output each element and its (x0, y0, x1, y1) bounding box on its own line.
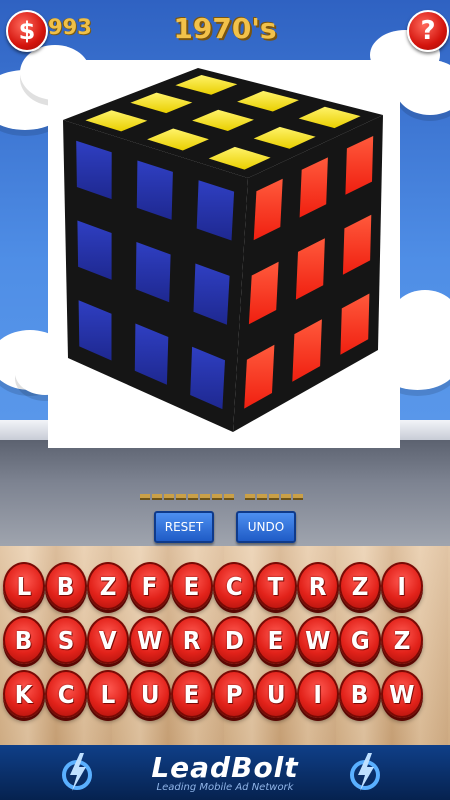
letter-tile-label: W (137, 625, 163, 655)
letter-tile-label: W (389, 679, 415, 709)
letter-tile[interactable]: S (45, 616, 87, 664)
letter-tile-label: C (57, 679, 75, 709)
leadbolt-bolt-icon (62, 753, 92, 791)
answer-slot[interactable] (257, 494, 267, 500)
letter-tile[interactable]: I (381, 562, 423, 610)
letter-tile[interactable]: B (3, 616, 45, 664)
puzzle-picture (48, 60, 400, 448)
level-title: 1970's (173, 12, 277, 45)
letter-tile-label: Z (99, 571, 117, 601)
letter-tile-label: B (15, 625, 33, 655)
letter-tile-label: E (184, 679, 200, 709)
letter-tile[interactable]: L (87, 670, 129, 718)
letter-tile[interactable]: E (171, 562, 213, 610)
letter-tile[interactable]: C (45, 670, 87, 718)
letter-tile-label: Z (351, 571, 369, 601)
letter-tile-label: P (225, 679, 243, 709)
letter-tile-label: U (266, 679, 286, 709)
help-button[interactable]: ? (407, 10, 449, 52)
letter-tile[interactable]: W (381, 670, 423, 718)
letter-tile-label: V (99, 625, 117, 655)
answer-slot[interactable] (200, 494, 210, 500)
rubiks-cube-image (63, 68, 383, 432)
letter-tile-label: F (142, 571, 158, 601)
answer-slot[interactable] (164, 494, 174, 500)
letter-tile-label: Z (393, 625, 411, 655)
answer-slot[interactable] (212, 494, 222, 500)
letter-tile-label: E (268, 625, 284, 655)
answer-slot[interactable] (176, 494, 186, 500)
undo-button[interactable]: UNDO (236, 511, 296, 543)
letter-tile[interactable]: R (297, 562, 339, 610)
letter-tile[interactable]: E (255, 616, 297, 664)
letter-tile[interactable]: B (45, 562, 87, 610)
letter-tile-label: U (140, 679, 160, 709)
letter-tile[interactable]: D (213, 616, 255, 664)
letter-tile[interactable]: Z (381, 616, 423, 664)
letter-tile[interactable]: Z (339, 562, 381, 610)
letter-tile-label: E (184, 571, 200, 601)
letter-tile[interactable]: L (3, 562, 45, 610)
letter-tile-label: L (16, 571, 32, 601)
answer-slot[interactable] (269, 494, 279, 500)
letter-tile[interactable]: T (255, 562, 297, 610)
letter-tile-label: R (183, 625, 201, 655)
letter-tile[interactable]: C (213, 562, 255, 610)
answer-slot[interactable] (152, 494, 162, 500)
cloud-decoration (395, 60, 450, 115)
letter-tile[interactable]: W (297, 616, 339, 664)
answer-slot[interactable] (140, 494, 150, 500)
leadbolt-bolt-icon (350, 753, 380, 791)
letter-tile[interactable]: F (129, 562, 171, 610)
answer-slots (0, 494, 450, 500)
letter-tile[interactable]: E (171, 670, 213, 718)
answer-slot[interactable] (293, 494, 303, 500)
letter-tile[interactable]: U (129, 670, 171, 718)
letter-tile-label: L (100, 679, 116, 709)
letter-tile[interactable]: U (255, 670, 297, 718)
letter-tile-label: I (397, 571, 407, 601)
letter-tile-label: B (351, 679, 369, 709)
letter-tile-label: T (268, 571, 284, 601)
letter-tile[interactable]: Z (87, 562, 129, 610)
letter-tile-label: C (225, 571, 243, 601)
help-icon: ? (420, 16, 436, 46)
letter-tile-label: B (57, 571, 75, 601)
answer-slot[interactable] (245, 494, 255, 500)
letter-tile[interactable]: I (297, 670, 339, 718)
letter-tile-label: S (57, 625, 75, 655)
answer-slot[interactable] (224, 494, 234, 500)
letter-tile-label: D (224, 625, 244, 655)
letter-tile-label: W (305, 625, 331, 655)
baseboard-band (0, 440, 450, 546)
answer-slot[interactable] (188, 494, 198, 500)
letter-tile[interactable]: V (87, 616, 129, 664)
answer-slot[interactable] (281, 494, 291, 500)
reset-button[interactable]: RESET (154, 511, 214, 543)
letter-tile[interactable]: K (3, 670, 45, 718)
letter-tile[interactable]: P (213, 670, 255, 718)
letter-tile[interactable]: B (339, 670, 381, 718)
letter-tile-label: G (350, 625, 370, 655)
letter-tile-label: I (313, 679, 323, 709)
letter-tile[interactable]: G (339, 616, 381, 664)
letter-tile[interactable]: R (171, 616, 213, 664)
letter-tile-label: R (309, 571, 327, 601)
letter-tile[interactable]: W (129, 616, 171, 664)
letter-tile-label: K (15, 679, 33, 709)
top-bar: $ 993 1970's ? (0, 0, 450, 58)
